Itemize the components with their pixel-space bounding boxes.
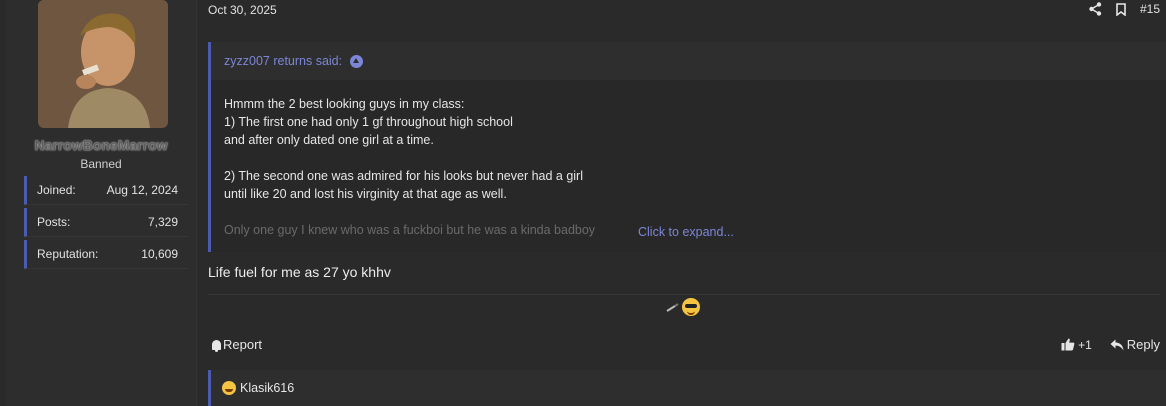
stat-label: Joined:	[37, 183, 76, 197]
post-message: Life fuel for me as 27 yo khhv	[208, 264, 391, 280]
quote-spacer	[224, 149, 1154, 167]
user-stats: Joined: Aug 12, 2024 Posts: 7,329 Reputa…	[24, 176, 188, 272]
quote-line: until like 20 and lost his virginity at …	[224, 187, 507, 201]
like-count: +1	[1078, 337, 1092, 352]
share-icon[interactable]	[1089, 2, 1102, 16]
quote-content: Hmmm the 2 best looking guys in my class…	[211, 80, 1166, 239]
avatar-image	[38, 0, 168, 128]
like-button[interactable]: +1	[1061, 338, 1092, 352]
reaction-user[interactable]: Klasik616	[240, 381, 294, 395]
quote-spacer	[224, 203, 1154, 221]
divider	[208, 294, 1160, 295]
laughing-emoji-icon	[222, 381, 236, 395]
reactions-list[interactable]: Klasik616	[208, 370, 1166, 406]
stat-value: 10,609	[141, 247, 178, 261]
username[interactable]: NarrowBoneMarrow	[6, 137, 196, 153]
stat-reputation: Reputation: 10,609	[24, 240, 188, 269]
bookmark-icon[interactable]	[1116, 2, 1126, 16]
thumbs-up-icon	[1061, 338, 1075, 351]
stat-label: Posts:	[37, 215, 71, 229]
reaction-summary[interactable]	[666, 298, 700, 316]
quote-attribution[interactable]: zyzz007 returns said:	[211, 42, 1166, 80]
post-date[interactable]: Oct 30, 2025	[208, 3, 277, 17]
reply-label: Reply	[1126, 337, 1160, 352]
user-sidebar: NarrowBoneMarrow Banned Joined: Aug 12, …	[6, 0, 197, 406]
avatar[interactable]	[38, 0, 168, 128]
quote-line: and after only dated one girl at a time.	[224, 133, 434, 147]
reply-button[interactable]: Reply	[1110, 337, 1160, 352]
quote-line: Hmmm the 2 best looking guys in my class…	[224, 97, 465, 111]
quote-line: 1) The first one had only 1 gf throughou…	[224, 115, 513, 129]
user-title: Banned	[80, 157, 122, 171]
quote-attribution-text[interactable]: zyzz007 returns said:	[224, 54, 342, 68]
quote-block: zyzz007 returns said: Hmmm the 2 best lo…	[208, 42, 1166, 252]
cigarette-icon	[666, 303, 679, 312]
post-header: Oct 30, 2025 #15	[208, 0, 1166, 22]
bell-icon	[212, 339, 221, 352]
reply-arrow-icon	[1110, 339, 1124, 350]
stat-joined: Joined: Aug 12, 2024	[24, 176, 188, 205]
stat-value[interactable]: 7,329	[148, 215, 178, 229]
post-number[interactable]: #15	[1140, 2, 1160, 16]
stat-posts: Posts: 7,329	[24, 208, 188, 237]
post-actions: +1 Reply	[1061, 337, 1160, 352]
report-button[interactable]: Report	[212, 337, 262, 352]
cool-emoji-icon	[682, 298, 700, 316]
stat-value: Aug 12, 2024	[106, 183, 178, 197]
jump-to-quote-icon[interactable]	[350, 54, 364, 68]
quote-line: 2) The second one was admired for his lo…	[224, 169, 583, 183]
stat-label: Reputation:	[37, 247, 99, 261]
report-label: Report	[223, 337, 263, 352]
post-header-actions: #15	[1089, 0, 1160, 18]
click-to-expand-link[interactable]: Click to expand...	[638, 225, 734, 239]
